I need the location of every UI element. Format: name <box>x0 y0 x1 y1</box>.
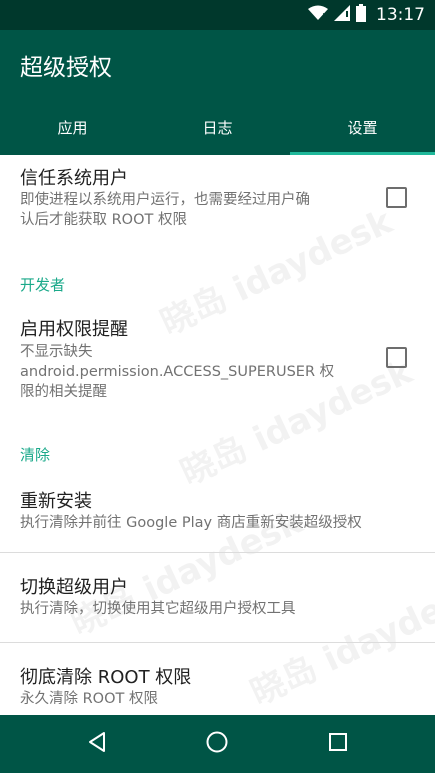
tab-apps[interactable]: 应用 <box>0 99 145 155</box>
tab-logs[interactable]: 日志 <box>145 99 290 155</box>
category-developer: 开发者 <box>20 276 66 294</box>
home-button[interactable] <box>177 715 257 773</box>
app-title: 超级授权 <box>20 55 112 81</box>
navigation-bar <box>0 715 435 773</box>
pref-reinstall[interactable]: 重新安装 执行清除并前往 Google Play 商店重新安装超级授权 <box>0 475 435 551</box>
pref-permission-reminder[interactable]: 启用权限提醒 不显示缺失 android.permission.ACCESS_S… <box>0 305 435 415</box>
status-bar: ! 13:17 <box>0 0 435 30</box>
pref-trust-system-user[interactable]: 信任系统用户 即使进程以系统用户运行，也需要经过用户确 认后才能获取 ROOT … <box>0 155 435 255</box>
tab-settings[interactable]: 设置 <box>290 99 435 155</box>
settings-list[interactable]: 晓岛 idaydesk 晓岛 idaydesk 晓岛 idaydesk 晓岛 i… <box>0 155 435 715</box>
pref-summary: 限的相关提醒 <box>20 384 107 400</box>
tab-bar: 应用 日志 设置 <box>0 99 435 155</box>
pref-summary: 认后才能获取 ROOT 权限 <box>20 212 187 228</box>
wifi-icon: ! <box>308 5 328 25</box>
pref-switch-superuser[interactable]: 切换超级用户 执行清除，切换使用其它超级用户授权工具 <box>0 553 435 641</box>
category-clear: 清除 <box>20 446 51 464</box>
recents-button[interactable] <box>298 715 378 773</box>
pref-summary: 不显示缺失 <box>20 344 93 360</box>
signal-icon <box>334 5 350 25</box>
back-button[interactable] <box>57 715 137 773</box>
permission-reminder-checkbox[interactable] <box>386 347 407 368</box>
pref-summary: 执行清除并前往 Google Play 商店重新安装超级授权 <box>20 515 362 531</box>
battery-icon <box>356 4 366 26</box>
pref-title: 切换超级用户 <box>20 577 128 598</box>
pref-title: 彻底清除 ROOT 权限 <box>20 667 192 688</box>
svg-text:!: ! <box>322 12 325 21</box>
app-bar: 超级授权 应用 日志 设置 <box>0 30 435 155</box>
pref-summary: 执行清除，切换使用其它超级用户授权工具 <box>20 601 296 617</box>
pref-full-unroot[interactable]: 彻底清除 ROOT 权限 永久清除 ROOT 权限 <box>0 643 435 715</box>
back-icon <box>86 731 108 757</box>
trust-system-user-checkbox[interactable] <box>386 187 407 208</box>
pref-summary: 永久清除 ROOT 权限 <box>20 691 158 707</box>
pref-summary: 即使进程以系统用户运行，也需要经过用户确 <box>20 192 310 208</box>
recents-icon <box>328 732 348 756</box>
home-icon <box>205 730 229 758</box>
status-time: 13:17 <box>376 5 425 25</box>
status-icons: ! 13:17 <box>308 0 425 30</box>
pref-summary: android.permission.ACCESS_SUPERUSER 权 <box>20 364 335 380</box>
pref-title: 信任系统用户 <box>20 168 128 189</box>
pref-title: 启用权限提醒 <box>20 319 128 340</box>
pref-title: 重新安装 <box>20 491 92 512</box>
